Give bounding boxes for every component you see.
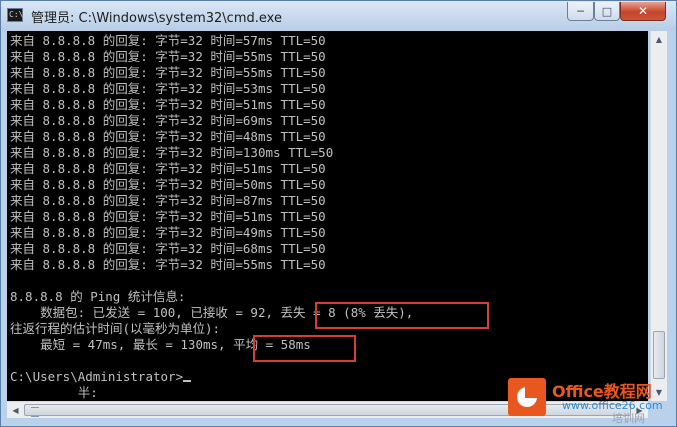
watermark: Office教程网 www.office26.com [500, 370, 677, 427]
watermark-corner-text: 培训网 [612, 412, 645, 425]
maximize-button[interactable]: □ [594, 2, 620, 21]
close-icon: ✕ [637, 4, 649, 18]
maximize-icon: □ [601, 4, 613, 18]
console-line: 来自 8.8.8.8 的回复: 字节=32 时间=53ms TTL=50 [10, 81, 326, 96]
console-line: 来自 8.8.8.8 的回复: 字节=32 时间=48ms TTL=50 [10, 129, 326, 144]
text-cursor [183, 380, 192, 382]
ime-status-line: 半: [10, 385, 98, 400]
average-highlight-box [253, 335, 356, 362]
console-line: 来自 8.8.8.8 的回复: 字节=32 时间=55ms TTL=50 [10, 49, 326, 64]
console-line: 来自 8.8.8.8 的回复: 字节=32 时间=51ms TTL=50 [10, 97, 326, 112]
console-line: 来自 8.8.8.8 的回复: 字节=32 时间=55ms TTL=50 [10, 257, 326, 272]
console-line: 来自 8.8.8.8 的回复: 字节=32 时间=51ms TTL=50 [10, 209, 326, 224]
console-output[interactable]: 来自 8.8.8.8 的回复: 字节=32 时间=57ms TTL=50 来自 … [7, 31, 648, 401]
scroll-left-arrow-icon[interactable]: ◀ [7, 402, 24, 418]
console-line: 来自 8.8.8.8 的回复: 字节=32 时间=49ms TTL=50 [10, 225, 326, 240]
console-line: 来自 8.8.8.8 的回复: 字节=32 时间=69ms TTL=50 [10, 113, 326, 128]
title-bar[interactable]: C:\ 管理员: C:\Windows\system32\cmd.exe ─ □… [1, 1, 676, 31]
scroll-up-arrow-icon[interactable]: ▲ [651, 31, 667, 48]
cmd-window: C:\ 管理员: C:\Windows\system32\cmd.exe ─ □… [0, 0, 677, 427]
close-button[interactable]: ✕ [620, 2, 666, 21]
office-logo-icon [508, 378, 546, 416]
prompt-path: C:\Users\Administrator> [10, 369, 184, 384]
console-line: 来自 8.8.8.8 的回复: 字节=32 时间=51ms TTL=50 [10, 161, 326, 176]
console-line: 来自 8.8.8.8 的回复: 字节=32 时间=87ms TTL=50 [10, 193, 326, 208]
console-line: 来自 8.8.8.8 的回复: 字节=32 时间=57ms TTL=50 [10, 33, 326, 48]
console-line: 来自 8.8.8.8 的回复: 字节=32 时间=68ms TTL=50 [10, 241, 326, 256]
minimize-button[interactable]: ─ [567, 2, 594, 21]
cmd-app-icon[interactable]: C:\ [7, 8, 23, 22]
grip-icon [31, 407, 39, 417]
console-line: 来自 8.8.8.8 的回复: 字节=32 时间=50ms TTL=50 [10, 177, 326, 192]
vertical-scrollbar[interactable]: ▲ ▼ [650, 31, 667, 401]
window-title: 管理员: C:\Windows\system32\cmd.exe [31, 11, 282, 26]
console-line: 来自 8.8.8.8 的回复: 字节=32 时间=55ms TTL=50 [10, 65, 326, 80]
console-line: 来自 8.8.8.8 的回复: 字节=32 时间=130ms TTL=50 [10, 145, 334, 160]
minimize-icon: ─ [577, 4, 584, 18]
loss-highlight-box [315, 302, 489, 329]
command-prompt[interactable]: C:\Users\Administrator> [10, 369, 413, 385]
